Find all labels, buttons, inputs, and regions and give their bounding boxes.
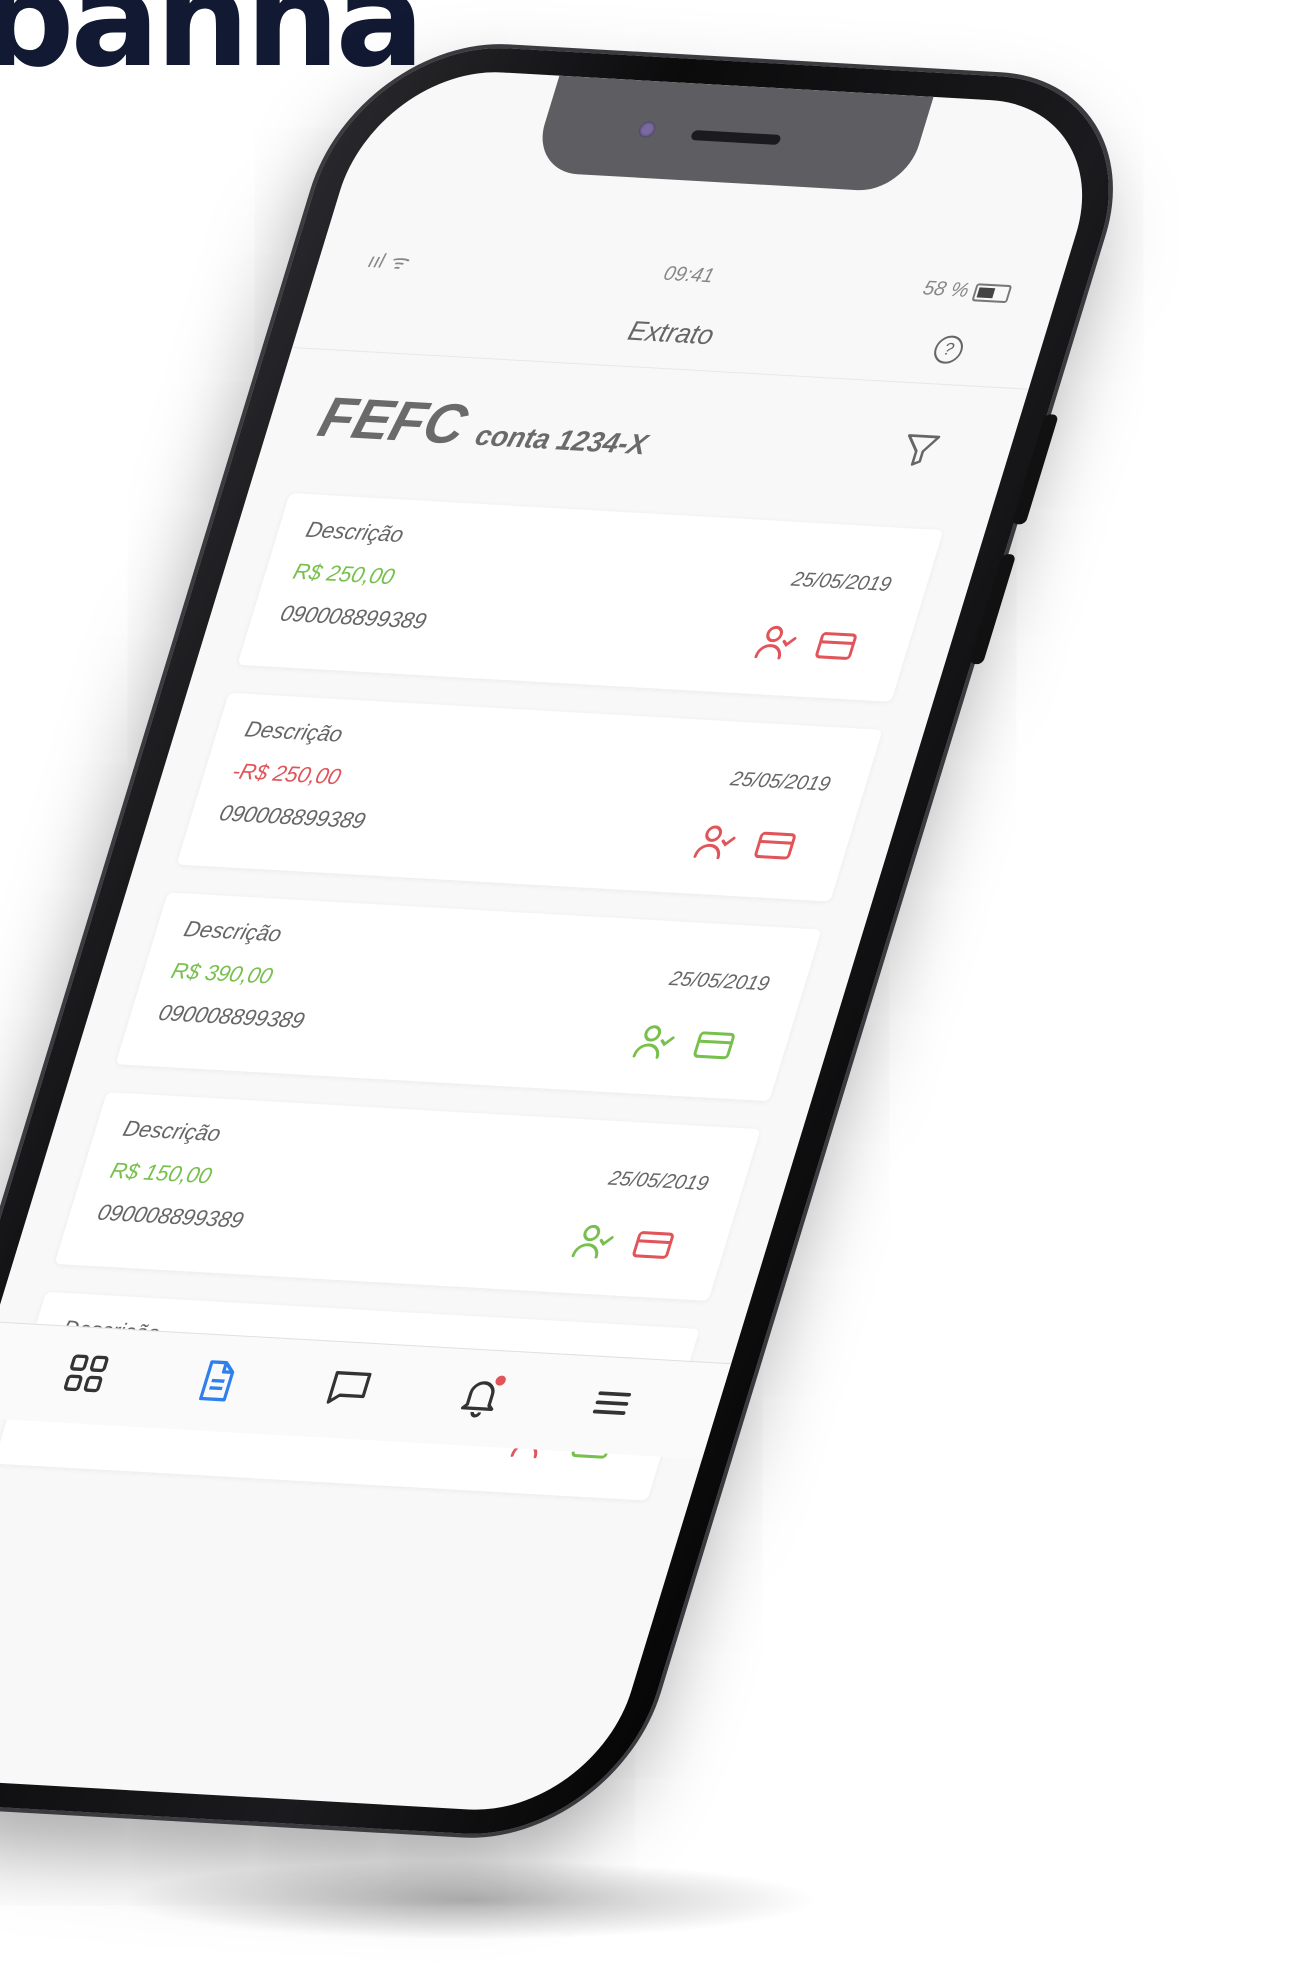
credit-card-icon[interactable] [748, 825, 801, 872]
chat-bubble-icon [319, 1365, 377, 1416]
account-number: conta 1234-X [471, 419, 652, 461]
transaction-reference: 090008899389 [155, 999, 308, 1034]
transaction-actions [689, 821, 801, 872]
user-check-icon[interactable] [689, 821, 742, 868]
tab-document[interactable] [178, 1352, 255, 1415]
transaction-date: 25/05/2019 [605, 1167, 712, 1196]
menu-icon [582, 1380, 640, 1431]
transaction-description: Descrição [181, 915, 286, 947]
battery-icon [971, 282, 1013, 303]
phone-screen: ııl ᯤ 09:41 58 % Extrato ? FEFC conta 12… [0, 65, 1115, 1817]
transaction-actions [750, 622, 862, 673]
tab-bell[interactable] [441, 1367, 518, 1430]
tab-grid[interactable] [47, 1344, 124, 1407]
transaction-reference: 090008899389 [277, 600, 430, 634]
transaction-date: 25/05/2019 [666, 967, 773, 996]
transaction-card[interactable]: Descrição -R$ 250,00 090008899389 25/05/… [176, 692, 883, 902]
transaction-description: Descrição [303, 516, 407, 548]
transaction-description: Descrição [242, 716, 347, 747]
transaction-reference: 090008899389 [216, 800, 369, 834]
transaction-card[interactable]: Descrição R$ 150,00 090008899389 25/05/2… [54, 1092, 761, 1301]
transaction-amount: R$ 150,00 [107, 1157, 215, 1189]
credit-card-icon[interactable] [626, 1224, 679, 1271]
transaction-description: Descrição [120, 1115, 225, 1147]
transaction-actions [567, 1221, 679, 1272]
user-check-icon[interactable] [567, 1221, 620, 1268]
transaction-amount: -R$ 250,00 [229, 758, 345, 790]
earpiece-speaker [690, 129, 782, 145]
phone-device: ııl ᯤ 09:41 58 % Extrato ? FEFC conta 12… [0, 40, 1148, 1842]
transaction-amount: R$ 250,00 [290, 558, 398, 590]
transaction-date: 25/05/2019 [788, 568, 895, 597]
notch [530, 75, 934, 193]
credit-card-icon[interactable] [687, 1024, 740, 1071]
battery-status: 58 % [920, 277, 1013, 305]
transaction-amount: R$ 390,00 [168, 957, 276, 989]
transaction-card[interactable]: Descrição R$ 250,00 090008899389 25/05/2… [237, 493, 944, 702]
transaction-reference: 090008899389 [94, 1199, 247, 1233]
tab-menu[interactable] [573, 1374, 650, 1437]
device-shadow [120, 1860, 820, 1940]
front-camera [636, 120, 658, 138]
credit-card-icon[interactable] [809, 625, 862, 672]
battery-percent: 58 % [920, 277, 972, 302]
grid-icon [56, 1350, 114, 1401]
transaction-card[interactable]: Descrição R$ 390,00 090008899389 25/05/2… [115, 892, 822, 1102]
account-name: FEFC [311, 384, 475, 456]
tab-chat-bubble[interactable] [310, 1359, 387, 1422]
account-header: FEFC conta 1234-X [307, 384, 950, 499]
document-icon [188, 1358, 246, 1409]
transaction-date: 25/05/2019 [727, 768, 834, 796]
filter-icon[interactable] [893, 429, 946, 476]
user-check-icon[interactable] [750, 622, 803, 669]
transaction-actions [628, 1021, 740, 1072]
user-check-icon[interactable] [628, 1021, 681, 1068]
